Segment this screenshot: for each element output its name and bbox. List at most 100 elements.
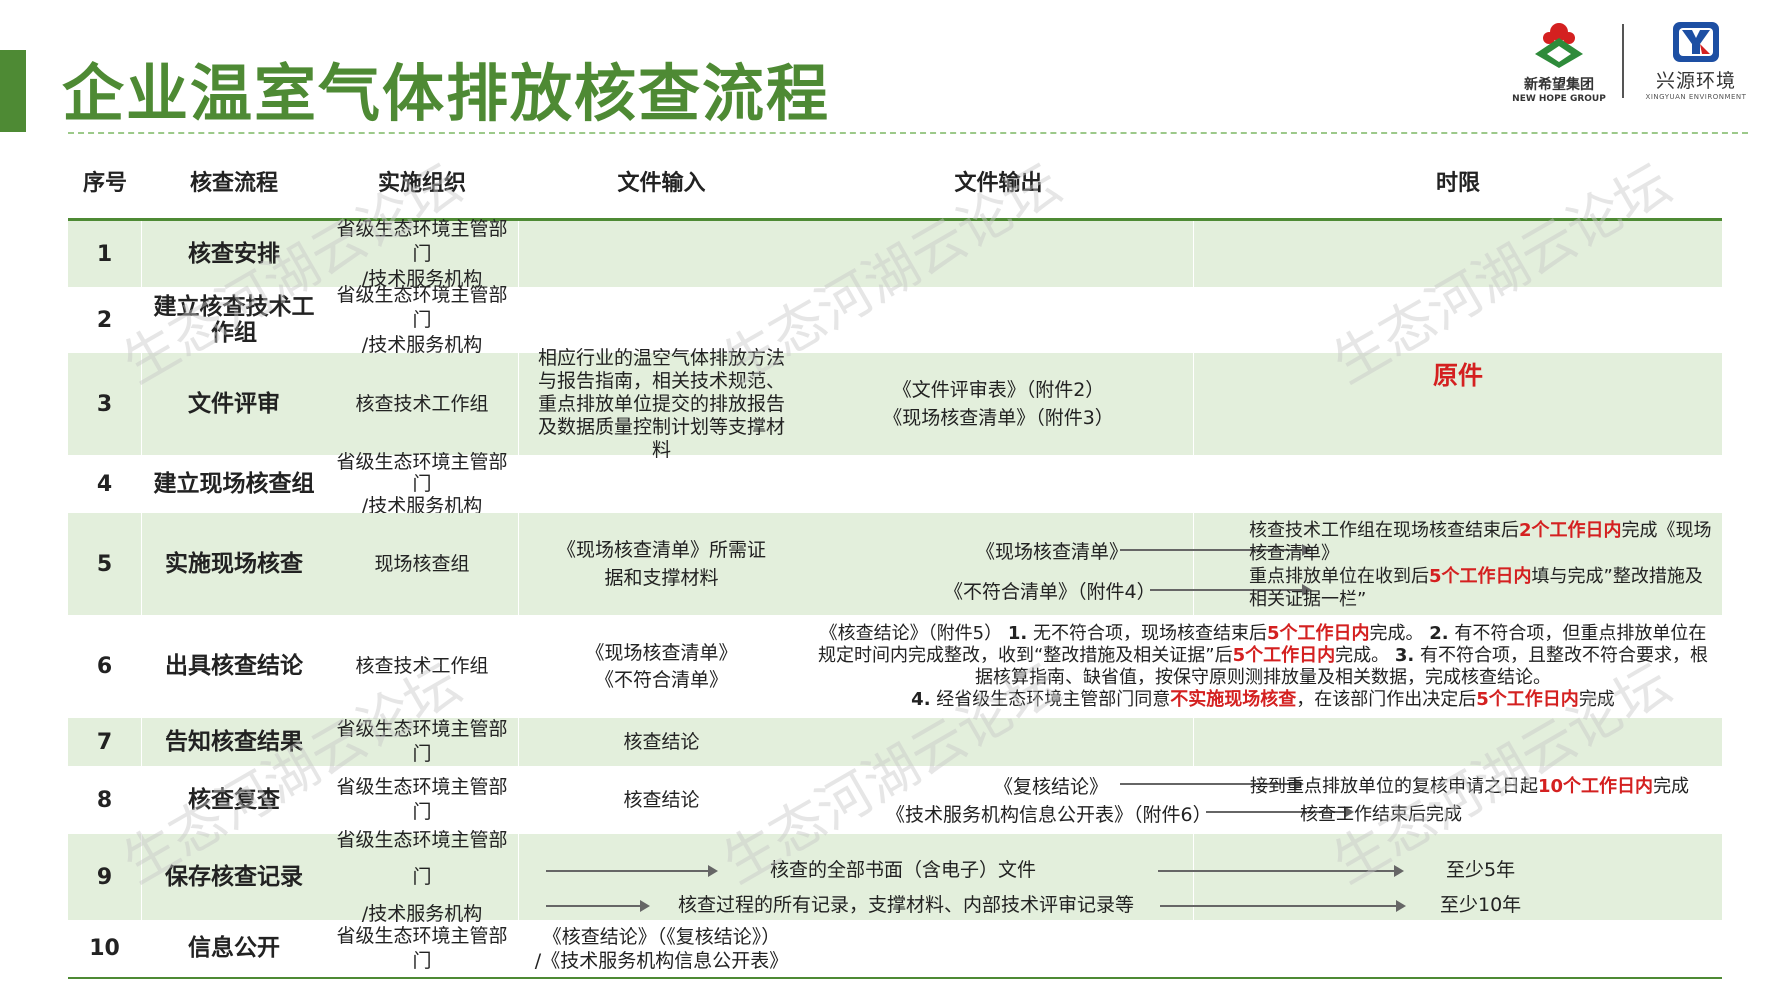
text-part: ，在该部门作出决定后 [1296,688,1477,710]
row-limit [1193,455,1722,513]
header-output: 文件输出 [954,170,1043,196]
row-step: 信息公开 [188,935,280,961]
input-line: 《不符合清单》 [594,668,728,691]
text-part: 4. [911,688,931,710]
limit-highlight: 10个工作日内 [1538,776,1654,797]
row-no: 6 [68,615,142,718]
output-line: 《现场核查清单》（附件3） [883,407,1114,429]
row-input: 核查结论 [518,718,804,766]
table-row: 3 文件评审 核查技术工作组 相应行业的温空气体排放方法与报告指南，相关技术规范… [68,347,1722,461]
step-line: 建立核查技术工 [153,294,315,320]
row-no: 2 [68,287,142,353]
row-step: 告知核查结果 [165,728,303,755]
output-disclosure-form: 《技术服务机构信息公开表》（附件6） [886,804,1212,826]
output-line: 《文件评审表》（附件2） [892,379,1105,401]
row-no: 5 [68,513,142,615]
row-no: 1 [68,221,142,287]
row-org: 现场核查组 [374,552,470,575]
limit-highlight: 不实施现场核查 [1170,688,1297,710]
limit-text: 核查技术工作组在现场核查结束后2个工作日内完成《现场核查清单》 重点排放单位在收… [1249,519,1719,611]
org-line: 省级生态环境主管部门 [336,217,508,265]
row-org: 省级生态环境主管部门 /技术服务机构 [326,218,518,290]
row-step: 建立现场核查组 [153,470,315,497]
limit-highlight: 5个工作日内 [1266,622,1370,644]
row-step: 核查安排 [188,240,280,267]
flow-arrow [1158,865,1404,877]
title-accent-bar [0,50,26,132]
flow-arrow [546,865,718,877]
row-input [518,287,804,353]
header-org: 实施组织 [377,170,466,196]
row-output [804,718,1193,766]
row-input: 相应行业的温空气体排放方法与报告指南，相关技术规范、重点排放单位提交的排放报告及… [518,347,804,461]
table-row: 5 实施现场核查 现场核查组 《现场核查清单》所需证 据和支撑材料 《现场核查清… [68,513,1722,615]
row-limit [1193,718,1722,766]
row-output: 《文件评审表》（附件2） 《现场核查清单》（附件3） [804,353,1193,455]
new-hope-logo: 新希望集团 NEW HOPE GROUP [1508,20,1610,104]
row-input: 核查结论 [518,766,804,834]
text-part: 完成。 [1369,622,1430,644]
row-org: 核查技术工作组 [355,392,489,415]
row-limit [1193,920,1722,977]
xingyuan-name-en: XINGYUAN ENVIRONMENT [1645,93,1747,101]
row-step: 核查复查 [188,786,280,813]
input-line: 《现场核查清单》 [585,641,738,664]
text-part: 经省级生态环境主管部门同意 [930,688,1171,710]
step-line: 作组 [211,320,257,346]
record-process: 核查过程的所有记录，支撑材料、内部技术评审记录等 [678,894,1135,916]
logo-divider [1622,24,1624,98]
row-output [804,920,1193,977]
input-line: /《技术服务机构信息公开表》 [534,949,789,972]
row-output [804,287,1193,353]
limit-part: 核查技术工作组在现场核查结束后 [1249,520,1519,541]
row-step: 出具核查结论 [165,653,303,679]
row-no: 10 [68,920,142,977]
text-part: 《核查结论》（附件5） [819,622,1008,644]
row-limit [1193,287,1722,353]
header-step: 核查流程 [189,170,278,196]
limit-original: 原件 [1432,361,1483,390]
header-input: 文件输入 [518,148,804,218]
input-line: 《现场核查清单》所需证 [556,539,766,561]
limit-highlight: 5个工作日内 [1476,688,1579,710]
row-output [804,455,1193,513]
limit-part: 完成 [1653,776,1690,797]
table-row: 1 核查安排 省级生态环境主管部门 /技术服务机构 [68,218,1722,290]
logo-area: 新希望集团 NEW HOPE GROUP 兴源环境 XINGYUAN ENVIR… [1508,20,1758,104]
text-part: 完成 [1578,688,1615,710]
row-conclusion-text: 《核查结论》（附件5） 1. 无不符合项，现场核查结束后5个工作日内完成。 2.… [804,615,1722,718]
flow-arrow [546,900,650,912]
row-no: 8 [68,766,142,834]
row-input [518,221,804,287]
row-org: 省级生态环境主管部门 [336,718,508,765]
limit-text: 接到重点排放单位的复核申请之日起10个工作日内完成 [1250,772,1689,798]
limit-highlight: 2个工作日内 [1519,520,1622,541]
header-limit: 时限 [1193,148,1722,218]
output-nonconformity-list: 《不符合清单》（附件4） [944,581,1156,603]
limit-part: 重点排放单位在收到后 [1249,566,1429,587]
output-site-checklist: 《现场核查清单》 [976,541,1129,563]
row-no: 4 [68,455,142,513]
record-docs: 核查的全部书面（含电子）文件 [770,859,1037,881]
table-row: 6 出具核查结论 核查技术工作组 《现场核查清单》 《不符合清单》 《核查结论》… [68,615,1722,718]
new-hope-emblem-icon [1535,23,1583,68]
table-row: 8 核查复查 省级生态环境主管部门 核查结论 《复核结论》 《技术服务机构信息公… [68,766,1722,834]
org-line: 省级生态环境主管部门 [336,283,508,331]
row-step: 实施现场核查 [165,550,303,577]
row-input: 《现场核查清单》 《不符合清单》 [518,615,804,718]
text-part: 1. [1007,622,1028,644]
input-line: 《核查结论》（《复核结论》） [542,925,781,948]
row-limit: 原件 [1193,353,1722,455]
flow-arrow [1160,900,1406,912]
table-row: 2 建立核查技术工 作组 省级生态环境主管部门 /技术服务机构 [68,284,1722,356]
row-input: 《核查结论》（《复核结论》） /《技术服务机构信息公开表》 [518,920,804,977]
row-step: 建立核查技术工 作组 [142,287,326,353]
row-no: 9 [68,834,142,920]
text-part: 3. [1394,644,1415,666]
row-no: 3 [68,353,142,455]
row-org: 省级生态环境主管部门 /技术服务机构 [326,829,518,925]
row-limit [1193,221,1722,287]
limit-part: 接到重点排放单位的复核申请之日起 [1250,776,1538,797]
limit-highlight: 5个工作日内 [1429,566,1532,587]
row-org: 省级生态环境主管部门 /技术服务机构 [326,284,518,356]
